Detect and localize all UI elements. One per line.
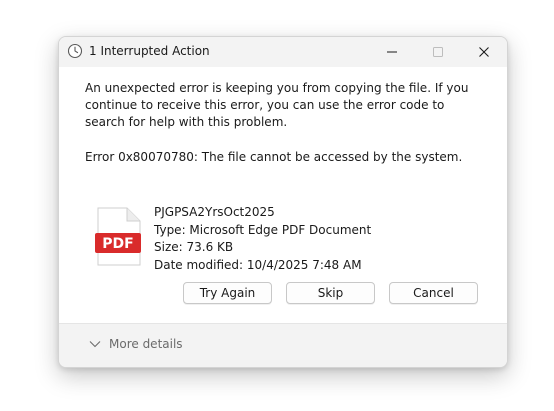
more-details-label: More details (109, 337, 183, 351)
maximize-button[interactable] (415, 37, 461, 67)
file-type: Type: Microsoft Edge PDF Document (154, 222, 372, 237)
pdf-file-icon: PDF (94, 207, 142, 267)
skip-button[interactable]: Skip (286, 282, 375, 304)
chevron-down-icon (89, 341, 101, 348)
file-size: Size: 73.6 KB (154, 240, 234, 254)
error-message: An unexpected error is keeping you from … (85, 81, 469, 129)
window-title: 1 Interrupted Action (89, 44, 210, 58)
close-icon (479, 47, 489, 57)
clock-icon (67, 43, 83, 59)
desktop-background: 1 Interrupted Action An unexpected error… (0, 0, 554, 411)
maximize-icon (433, 47, 443, 57)
file-date-modified: Date modified: 10/4/2025 7:48 AM (154, 257, 362, 272)
minimize-button[interactable] (369, 37, 415, 67)
dialog-footer: More details (59, 323, 507, 367)
more-details-toggle[interactable]: More details (89, 337, 183, 351)
error-code: Error 0x80070780: The file cannot be acc… (85, 150, 463, 164)
file-details: PJGPSA2YrsOct2025 Type: Microsoft Edge P… (154, 204, 371, 274)
minimize-icon (387, 51, 397, 53)
interrupted-action-dialog: 1 Interrupted Action An unexpected error… (58, 36, 508, 368)
close-button[interactable] (461, 37, 507, 67)
try-again-button[interactable]: Try Again (183, 282, 272, 304)
dialog-content: An unexpected error is keeping you from … (59, 67, 507, 323)
cancel-button[interactable]: Cancel (389, 282, 478, 304)
title-bar[interactable]: 1 Interrupted Action (59, 37, 507, 67)
pdf-label: PDF (102, 236, 133, 252)
file-name: PJGPSA2YrsOct2025 (154, 205, 275, 219)
